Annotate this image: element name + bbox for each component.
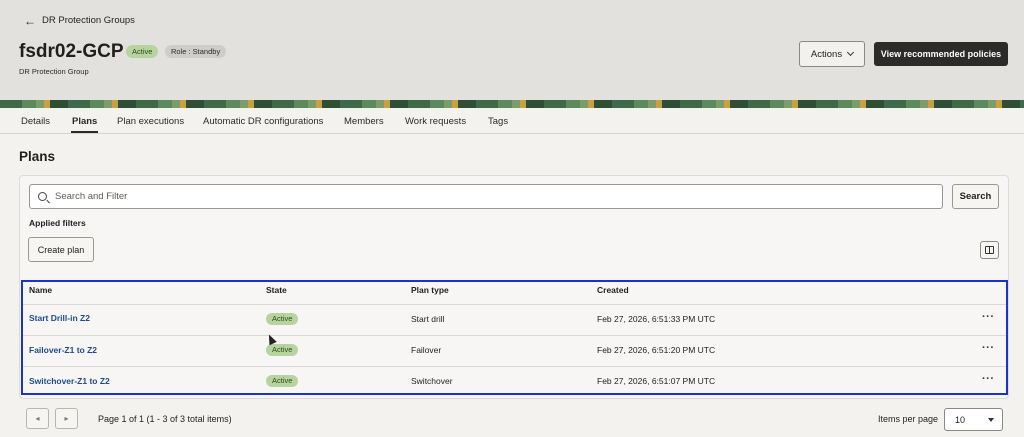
previous-page-button[interactable]: ◂ [26, 408, 49, 429]
status-badge: Active [126, 45, 159, 58]
back-link-label: DR Protection Groups [42, 15, 135, 26]
row-divider [23, 304, 1006, 305]
view-recommended-policies-button[interactable]: View recommended policies [874, 42, 1008, 66]
tab-work-requests[interactable]: Work requests [405, 116, 466, 127]
plan-name-link[interactable]: Start Drill-in Z2 [29, 313, 90, 323]
column-header-state[interactable]: State [266, 285, 287, 295]
search-icon [38, 192, 47, 201]
more-horizontal-icon[interactable]: ··· [982, 342, 995, 354]
tab-members[interactable]: Members [344, 116, 384, 127]
column-header-name[interactable]: Name [29, 285, 52, 295]
items-per-page-label: Items per page [878, 414, 939, 424]
items-per-page-value: 10 [955, 414, 966, 425]
decorative-banner [0, 100, 1024, 108]
create-plan-button[interactable]: Create plan [28, 237, 94, 262]
columns-icon [985, 246, 994, 254]
search-input[interactable] [55, 191, 915, 202]
role-badge: Role : Standby [165, 45, 227, 58]
created-cell: Feb 27, 2026, 6:51:07 PM UTC [597, 376, 716, 386]
items-per-page-select[interactable]: 10 [944, 408, 1003, 431]
state-badge: Active [266, 344, 299, 356]
tab-automatic-dr-configurations[interactable]: Automatic DR configurations [203, 116, 323, 127]
plan-name-link[interactable]: Switchover-Z1 to Z2 [29, 376, 110, 386]
tab-bar: Details Plans Plan executions Automatic … [0, 108, 1024, 134]
tab-details[interactable]: Details [21, 116, 50, 127]
more-horizontal-icon[interactable]: ··· [982, 311, 995, 323]
search-button[interactable]: Search [952, 184, 999, 209]
plan-type-cell: Switchover [411, 376, 453, 386]
caret-down-icon [988, 418, 994, 422]
more-horizontal-icon[interactable]: ··· [982, 373, 995, 385]
plan-type-cell: Failover [411, 345, 442, 355]
state-badge: Active [266, 375, 299, 387]
active-tab-indicator [71, 131, 98, 133]
created-cell: Feb 27, 2026, 6:51:33 PM UTC [597, 314, 716, 324]
tab-plan-executions[interactable]: Plan executions [117, 116, 184, 127]
applied-filters-label: Applied filters [29, 218, 86, 228]
page-title: fsdr02-GCP [19, 41, 124, 62]
row-divider [23, 335, 1006, 336]
column-settings-button[interactable] [980, 241, 999, 259]
chevron-down-icon [847, 48, 855, 57]
column-header-created[interactable]: Created [597, 285, 629, 295]
page-header: ← DR Protection Groups fsdr02-GCP Active… [0, 0, 1024, 108]
row-divider [23, 366, 1006, 367]
page-subtitle: DR Protection Group [19, 67, 89, 76]
plan-name-link[interactable]: Failover-Z1 to Z2 [29, 345, 97, 355]
tab-plans[interactable]: Plans [72, 116, 97, 127]
actions-button[interactable]: Actions [799, 41, 865, 67]
plans-table-highlight [21, 280, 1008, 395]
created-cell: Feb 27, 2026, 6:51:20 PM UTC [597, 345, 716, 355]
column-header-plan-type[interactable]: Plan type [411, 285, 449, 295]
actions-button-label: Actions [810, 48, 843, 60]
tab-tags[interactable]: Tags [488, 116, 508, 127]
state-badge: Active [266, 313, 299, 325]
section-title: Plans [19, 149, 56, 164]
search-field[interactable] [29, 184, 943, 209]
back-to-dr-protection-groups[interactable]: ← DR Protection Groups [24, 13, 135, 28]
next-page-button[interactable]: ▸ [55, 408, 78, 429]
pagination-summary: Page 1 of 1 (1 - 3 of 3 total items) [98, 414, 232, 424]
plan-type-cell: Start drill [411, 314, 445, 324]
arrow-left-icon: ← [24, 13, 36, 28]
